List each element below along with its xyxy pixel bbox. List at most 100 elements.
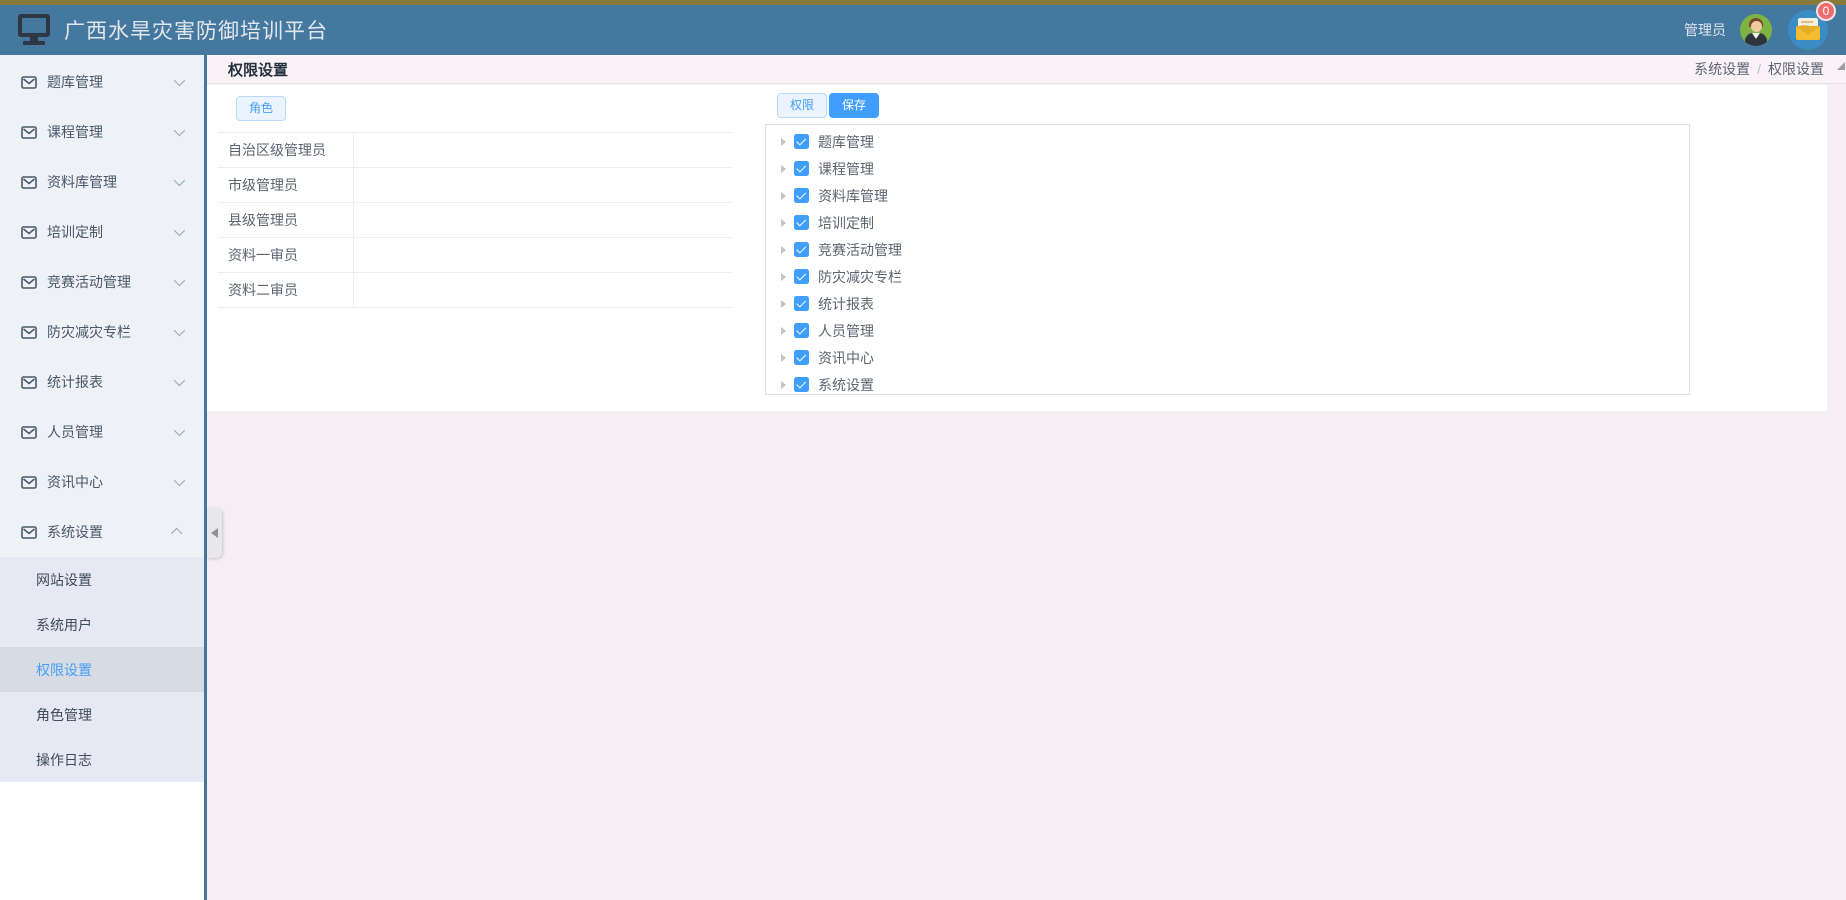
sidebar-item-courses[interactable]: 课程管理	[0, 107, 204, 157]
sidebar-item-label: 系统设置	[47, 522, 103, 542]
tree-node-news-center[interactable]: 资讯中心	[766, 344, 1689, 371]
role-row-second-reviewer[interactable]: 资料二审员	[218, 273, 732, 308]
sidebar-item-label: 培训定制	[47, 222, 103, 242]
sidebar: 题库管理 课程管理 资料库管理 培训定制 竞赛活动管理	[0, 55, 207, 900]
role-name-cell: 自治区级管理员	[218, 133, 354, 167]
permission-tree: 题库管理 课程管理 资料库管理 培训定制	[765, 124, 1690, 395]
tree-node-disaster-column[interactable]: 防灾减灾专栏	[766, 263, 1689, 290]
monitor-logo-icon	[16, 12, 54, 48]
tree-node-label: 资讯中心	[818, 348, 874, 368]
caret-right-icon[interactable]	[781, 381, 786, 389]
tree-node-reports[interactable]: 统计报表	[766, 290, 1689, 317]
chevron-up-icon	[171, 528, 182, 539]
sidebar-item-competition[interactable]: 竞赛活动管理	[0, 257, 204, 307]
role-name-cell: 资料二审员	[218, 273, 354, 307]
caret-right-icon[interactable]	[781, 273, 786, 281]
role-table: 自治区级管理员 市级管理员 县级管理员 资料一审员 资料二审员	[218, 132, 732, 308]
user-avatar[interactable]	[1740, 14, 1772, 46]
submenu-item-label: 角色管理	[36, 705, 92, 725]
save-button[interactable]: 保存	[829, 93, 879, 118]
tree-node-personnel[interactable]: 人员管理	[766, 317, 1689, 344]
checkbox-checked[interactable]	[794, 323, 809, 338]
checkbox-checked[interactable]	[794, 350, 809, 365]
role-empty-cell	[354, 133, 732, 167]
checkbox-checked[interactable]	[794, 296, 809, 311]
envelope-icon	[21, 426, 37, 439]
sidebar-item-news-center[interactable]: 资讯中心	[0, 457, 204, 507]
breadcrumb-section[interactable]: 系统设置	[1694, 59, 1750, 79]
caret-right-icon[interactable]	[781, 300, 786, 308]
breadcrumb-separator: /	[1757, 61, 1761, 77]
avatar-collar	[1752, 33, 1760, 39]
app-title: 广西水旱灾害防御培训平台	[64, 15, 328, 45]
role-row-region-admin[interactable]: 自治区级管理员	[218, 133, 732, 168]
caret-right-icon[interactable]	[781, 219, 786, 227]
tree-node-training[interactable]: 培训定制	[766, 209, 1689, 236]
tree-node-question-bank[interactable]: 题库管理	[766, 128, 1689, 155]
submenu-item-system-users[interactable]: 系统用户	[0, 602, 204, 647]
sidebar-item-label: 资料库管理	[47, 172, 117, 192]
avatar-face	[1751, 21, 1762, 32]
role-empty-cell	[354, 203, 732, 237]
envelope-icon	[21, 76, 37, 89]
system-settings-submenu: 网站设置 系统用户 权限设置 角色管理 操作日志	[0, 557, 204, 782]
sidebar-item-reports[interactable]: 统计报表	[0, 357, 204, 407]
tree-node-system-settings[interactable]: 系统设置	[766, 371, 1689, 395]
messages-button[interactable]: 0	[1788, 10, 1828, 50]
caret-right-icon[interactable]	[781, 192, 786, 200]
tree-node-material-library[interactable]: 资料库管理	[766, 182, 1689, 209]
message-count-badge: 0	[1816, 1, 1836, 21]
tree-node-label: 培训定制	[818, 213, 874, 233]
sidebar-item-label: 资讯中心	[47, 472, 103, 492]
sidebar-item-training[interactable]: 培训定制	[0, 207, 204, 257]
role-row-county-admin[interactable]: 县级管理员	[218, 203, 732, 238]
chevron-down-icon	[174, 325, 185, 336]
role-row-city-admin[interactable]: 市级管理员	[218, 168, 732, 203]
sidebar-item-label: 题库管理	[47, 72, 103, 92]
permission-settings-card: 角色 自治区级管理员 市级管理员 县级管理员 资料一审员	[207, 85, 1827, 411]
breadcrumb: 系统设置 / 权限设置	[1694, 59, 1824, 79]
role-row-first-reviewer[interactable]: 资料一审员	[218, 238, 732, 273]
checkbox-checked[interactable]	[794, 377, 809, 392]
envelope-icon	[21, 476, 37, 489]
sidebar-item-system-settings[interactable]: 系统设置	[0, 507, 204, 557]
role-button[interactable]: 角色	[236, 96, 286, 121]
tree-node-competition[interactable]: 竞赛活动管理	[766, 236, 1689, 263]
role-name-cell: 资料一审员	[218, 238, 354, 272]
submenu-item-operation-logs[interactable]: 操作日志	[0, 737, 204, 782]
checkbox-checked[interactable]	[794, 215, 809, 230]
chevron-down-icon	[174, 225, 185, 236]
role-empty-cell	[354, 273, 732, 307]
checkbox-checked[interactable]	[794, 188, 809, 203]
sidebar-item-disaster-column[interactable]: 防灾减灾专栏	[0, 307, 204, 357]
caret-right-icon[interactable]	[781, 327, 786, 335]
page-title: 权限设置	[228, 59, 288, 80]
checkbox-checked[interactable]	[794, 269, 809, 284]
sidebar-item-label: 人员管理	[47, 422, 103, 442]
chevron-down-icon	[174, 175, 185, 186]
sidebar-item-question-bank[interactable]: 题库管理	[0, 57, 204, 107]
caret-right-icon[interactable]	[781, 138, 786, 146]
chevron-down-icon	[174, 275, 185, 286]
sidebar-collapse-handle[interactable]	[207, 508, 222, 558]
page-title-bar: 权限设置 系统设置 / 权限设置	[207, 55, 1846, 84]
role-name-cell: 市级管理员	[218, 168, 354, 202]
checkbox-checked[interactable]	[794, 134, 809, 149]
submenu-item-site-settings[interactable]: 网站设置	[0, 557, 204, 602]
envelope-icon	[21, 526, 37, 539]
checkbox-checked[interactable]	[794, 161, 809, 176]
tree-node-courses[interactable]: 课程管理	[766, 155, 1689, 182]
caret-right-icon[interactable]	[781, 354, 786, 362]
submenu-item-role-management[interactable]: 角色管理	[0, 692, 204, 737]
permission-button[interactable]: 权限	[777, 93, 827, 118]
submenu-item-label: 权限设置	[36, 660, 92, 680]
envelope-icon	[21, 276, 37, 289]
sidebar-item-material-library[interactable]: 资料库管理	[0, 157, 204, 207]
checkbox-checked[interactable]	[794, 242, 809, 257]
submenu-item-permission-settings[interactable]: 权限设置	[0, 647, 204, 692]
tree-node-label: 资料库管理	[818, 186, 888, 206]
caret-right-icon[interactable]	[781, 246, 786, 254]
tree-node-label: 题库管理	[818, 132, 874, 152]
sidebar-item-personnel[interactable]: 人员管理	[0, 407, 204, 457]
caret-right-icon[interactable]	[781, 165, 786, 173]
